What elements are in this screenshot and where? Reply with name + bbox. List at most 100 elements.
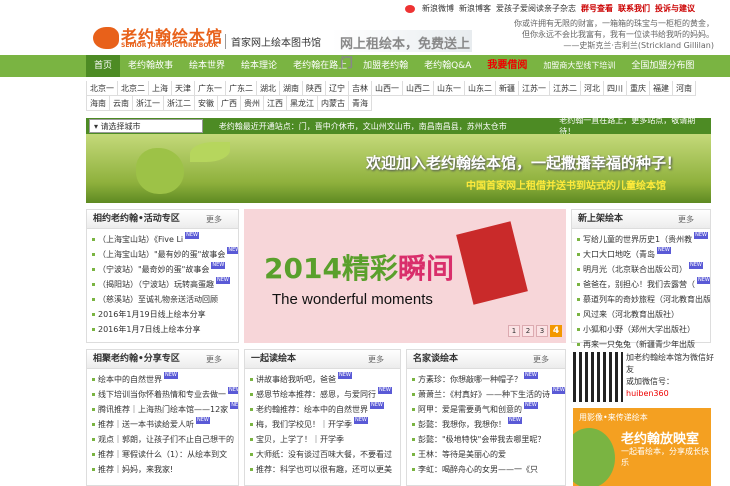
link-weibo[interactable]: 新浪微博: [422, 3, 454, 14]
screening-room-promo[interactable]: 用影像•来传递绘本 老约翰放映室 一起看绘本，分享成长快乐: [573, 408, 711, 486]
more-link[interactable]: 更多: [206, 210, 222, 229]
city-link[interactable]: 山西二: [403, 81, 434, 96]
city-link[interactable]: 北京一: [87, 81, 118, 96]
list-item[interactable]: 老约翰推荐：绘本中的自然世界 NEW: [249, 402, 400, 417]
list-item[interactable]: （宁波站）"最奇妙的蛋"故事会 NEW: [91, 262, 238, 277]
list-item[interactable]: 风过来（河北教育出版社）: [576, 307, 710, 322]
city-link[interactable]: 上海: [149, 81, 172, 96]
list-item[interactable]: 绘本中的自然世界 NEW: [91, 372, 238, 387]
city-link[interactable]: 青海: [349, 96, 372, 111]
list-item[interactable]: 感恩节绘本推荐：感恩，与爱同行 NEW: [249, 387, 400, 402]
list-item[interactable]: 爸爸在，别担心！我们去露营（ NEW: [576, 277, 710, 292]
nav-borrow[interactable]: 我要借阅: [479, 55, 535, 77]
list-item[interactable]: 李虹：喝醉舟心的女男——一《只: [411, 462, 565, 477]
nav-map[interactable]: 全国加盟分布图: [623, 55, 702, 77]
city-link[interactable]: 湖北: [257, 81, 280, 96]
list-item[interactable]: 推荐｜妈妈，来我家!: [91, 462, 238, 477]
pager-1[interactable]: 1: [508, 325, 520, 337]
more-link[interactable]: 更多: [533, 350, 549, 369]
city-link[interactable]: 安徽: [195, 96, 218, 111]
logo-icon[interactable]: [93, 27, 119, 49]
city-link[interactable]: 湖南: [280, 81, 303, 96]
new-books-box: 新上架绘本 更多 写给儿童的世界历史1（贵州教 NEW 大口大口地吃（青岛 NEW 明月光…: [571, 209, 711, 349]
more-link[interactable]: 更多: [206, 350, 222, 369]
city-link[interactable]: 北京二: [118, 81, 149, 96]
city-link[interactable]: 浙江一: [133, 96, 164, 111]
city-link[interactable]: 山东二: [465, 81, 496, 96]
city-link[interactable]: 河北: [581, 81, 604, 96]
city-link[interactable]: 河南: [673, 81, 696, 96]
city-link[interactable]: 新疆: [496, 81, 519, 96]
city-select[interactable]: ▾ 请选择城市: [89, 119, 203, 133]
list-item[interactable]: 腾讯推荐｜上海热门绘本馆——12家NEW: [91, 402, 238, 417]
list-item[interactable]: 写给儿童的世界历史1（贵州教 NEW: [576, 232, 710, 247]
city-link[interactable]: 云南: [110, 96, 133, 111]
list-item[interactable]: 讲故事给我听吧，爸爸 NEW: [249, 372, 400, 387]
list-item[interactable]: 彭懿："极地特快"会带我去哪里呢？: [411, 432, 565, 447]
list-item[interactable]: 线下培训当你怀着热情和专业去做一NEW: [91, 387, 238, 402]
list-item[interactable]: 慕道列车的奇妙旅程（河北教育出版: [576, 292, 710, 307]
list-item[interactable]: 彭懿：我想你，我想你！ NEW: [411, 417, 565, 432]
moments-slideshow[interactable]: 2014精彩瞬间 The wonderful moments 1 2 3 4: [244, 209, 566, 343]
list-item[interactable]: 再来一只兔兔（新疆青少年出版: [576, 337, 710, 352]
city-link[interactable]: 内蒙古: [318, 96, 349, 111]
list-item[interactable]: 大师纸：没有谈过百味大餐，不要看过: [249, 447, 400, 462]
city-link[interactable]: 吉林: [349, 81, 372, 96]
nav-world[interactable]: 绘本世界: [181, 55, 233, 77]
list-item[interactable]: 观点｜郭朗，让孩子们不止自己想干的: [91, 432, 238, 447]
list-item[interactable]: 2016年1月19日线上绘本分享: [91, 307, 238, 322]
hero-banner[interactable]: 欢迎加入老约翰绘本馆，一起撒播幸福的种子！ 中国首家网上租借并送书到站式的儿童绘…: [86, 134, 711, 203]
list-item[interactable]: 小狐和小野（郑州大学出版社）: [576, 322, 710, 337]
nav-home[interactable]: 首页: [86, 55, 121, 77]
list-item[interactable]: 阿甲：爱是需要勇气和创意的 NEW: [411, 402, 565, 417]
city-link[interactable]: 贵州: [241, 96, 264, 111]
city-link[interactable]: 江苏二: [550, 81, 581, 96]
city-link[interactable]: 浙江二: [164, 96, 195, 111]
city-link[interactable]: 江西: [264, 96, 287, 111]
pager-4[interactable]: 4: [550, 325, 562, 337]
city-link[interactable]: 黑龙江: [287, 96, 318, 111]
city-link[interactable]: 重庆: [627, 81, 650, 96]
link-blog[interactable]: 新浪博客: [459, 3, 491, 14]
city-link[interactable]: 四川: [604, 81, 627, 96]
city-link[interactable]: 辽宁: [326, 81, 349, 96]
pager-2[interactable]: 2: [522, 325, 534, 337]
nav-theory[interactable]: 绘本理论: [233, 55, 285, 77]
pager-3[interactable]: 3: [536, 325, 548, 337]
list-item[interactable]: 2016年1月7日线上绘本分享: [91, 322, 238, 337]
city-link[interactable]: 广西: [218, 96, 241, 111]
link-group[interactable]: 群号查看: [581, 3, 613, 14]
city-link[interactable]: 广东一: [195, 81, 226, 96]
list-item[interactable]: 宝贝，上学了！｜开学季: [249, 432, 400, 447]
more-link[interactable]: 更多: [678, 210, 694, 229]
list-item[interactable]: 萧萧兰：《村真好》——种下生活的诗 NEW: [411, 387, 565, 402]
list-item[interactable]: 推荐｜寒假读什么（1）：从绘本到文: [91, 447, 238, 462]
list-item[interactable]: 推荐｜送一本书读给爱人听 NEW: [91, 417, 238, 432]
list-item[interactable]: （慈溪站）至诚礼物亲送活动回顾: [91, 292, 238, 307]
list-item[interactable]: 大口大口地吃（青岛 NEW: [576, 247, 710, 262]
city-link[interactable]: 天津: [172, 81, 195, 96]
city-link[interactable]: 福建: [650, 81, 673, 96]
list-item[interactable]: （揭阳站）（宁波站）玩转高蛋趣 NEW: [91, 277, 238, 292]
list-item[interactable]: 推荐：科学也可以很有趣，还可以更美: [249, 462, 400, 477]
nav-story[interactable]: 老约翰故事: [120, 55, 181, 77]
list-item[interactable]: 梅，我们学校见！｜开学季 NEW: [249, 417, 400, 432]
more-link[interactable]: 更多: [368, 350, 384, 369]
city-link[interactable]: 海南: [87, 96, 110, 111]
city-link[interactable]: 山东一: [434, 81, 465, 96]
city-link[interactable]: 山西一: [372, 81, 403, 96]
city-link[interactable]: 广东二: [226, 81, 257, 96]
nav-join[interactable]: 加盟老约翰: [355, 55, 416, 77]
link-contact[interactable]: 联系我们: [618, 3, 650, 14]
list-item[interactable]: 方素珍：你想敲哪一种帽子？ NEW: [411, 372, 565, 387]
list-item[interactable]: （上海宝山站）《Five Li NEW: [91, 232, 238, 247]
link-magazine[interactable]: 爱孩子爱阅读亲子杂志: [496, 3, 576, 14]
city-link[interactable]: 江苏一: [519, 81, 550, 96]
list-item[interactable]: 王林：等待是美丽心的爱: [411, 447, 565, 462]
link-complaint[interactable]: 投诉与建议: [655, 3, 695, 14]
list-item[interactable]: （上海宝山站）"最有妙的蛋"故事会 NEW: [91, 247, 238, 262]
nav-training[interactable]: 加盟商大型线下培训: [535, 55, 623, 77]
nav-qa[interactable]: 老约翰Q&A: [416, 55, 479, 77]
list-item[interactable]: 明月光（北京联合出版公司） NEW: [576, 262, 710, 277]
city-link[interactable]: 陕西: [303, 81, 326, 96]
